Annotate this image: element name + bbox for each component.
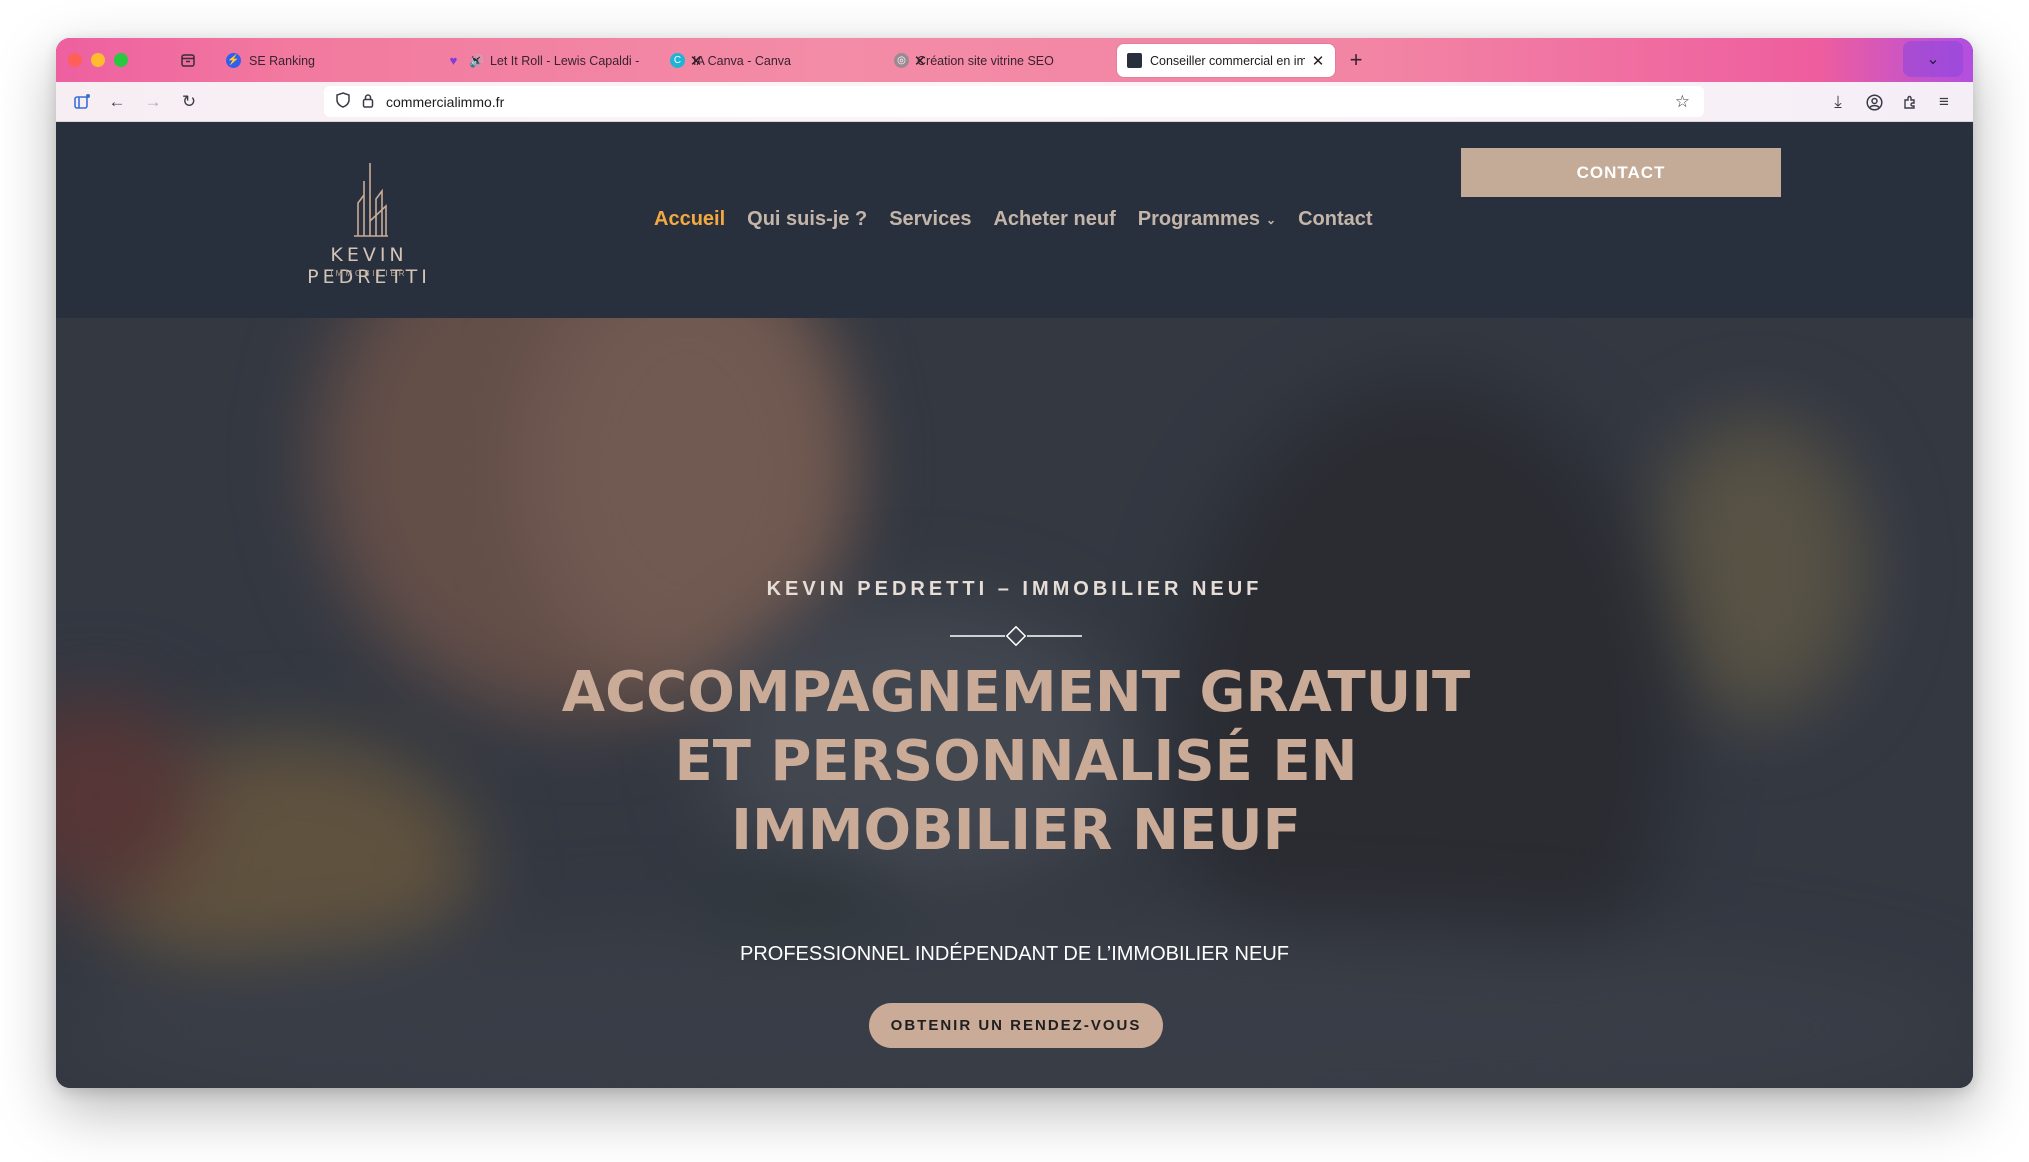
hero-section: KEVIN PEDRETTI – IMMOBILIER NEUF ACCOMPA…	[56, 318, 1973, 1088]
appointment-button[interactable]: OBTENIR UN RENDEZ-VOUS	[869, 1003, 1163, 1048]
back-icon[interactable]: ←	[105, 90, 129, 114]
building-logo-icon	[354, 163, 388, 237]
speaker-icon[interactable]: 🔊	[469, 54, 484, 68]
hero-title-line: IMMOBILIER NEUF	[731, 798, 1301, 863]
tab-label: SE Ranking	[249, 53, 316, 68]
canva-icon: C	[670, 53, 685, 68]
site-icon	[1127, 53, 1142, 68]
hero-title-line: ACCOMPAGNEMENT GRATUIT	[561, 660, 1471, 725]
tab-label: Conseiller commercial en immob	[1150, 53, 1305, 68]
main-menu: Accueil Qui suis-je ? Services Acheter n…	[654, 208, 1395, 231]
tab-overview-icon[interactable]	[176, 48, 200, 72]
hero-kicker: KEVIN PEDRETTI – IMMOBILIER NEUF	[766, 578, 1263, 600]
extensions-icon[interactable]	[1898, 90, 1922, 114]
new-tab-button[interactable]: +	[1343, 47, 1369, 73]
minimize-window-button[interactable]	[91, 53, 105, 67]
close-window-button[interactable]	[68, 53, 82, 67]
list-tabs-button[interactable]: ⌄	[1903, 41, 1963, 77]
tab-conseiller-commercial[interactable]: Conseiller commercial en immob ✕	[1117, 44, 1335, 77]
address-bar[interactable]: commercialimmo.fr ☆	[324, 86, 1704, 117]
menu-item-label: Programmes	[1137, 208, 1261, 230]
menu-item-services[interactable]: Services	[889, 208, 971, 231]
menu-icon[interactable]: ≡	[1932, 90, 1956, 114]
heart-icon: ♥	[449, 53, 458, 68]
close-tab-icon[interactable]: ✕	[1311, 52, 1325, 70]
tab-label: Création site vitrine SEO	[917, 53, 1054, 68]
account-icon[interactable]	[1862, 90, 1886, 114]
hero-subtitle: PROFESSIONNEL INDÉPENDANT DE L’IMMOBILIE…	[740, 943, 1289, 965]
menu-item-programmes[interactable]: Programmes ⌄	[1138, 208, 1276, 231]
se-ranking-icon: ⚡	[226, 53, 241, 68]
tab-label: IA Canva - Canva	[693, 53, 791, 68]
hero-title: ACCOMPAGNEMENT GRATUIT ET PERSONNALISÉ E…	[514, 658, 1518, 865]
site-logo[interactable]: KEVIN PEDRETTI IMMOBILIER	[264, 161, 474, 288]
contact-button[interactable]: CONTACT	[1461, 148, 1781, 197]
navigation-bar: ← → ↻ commercialimmo.fr ☆ ⤓ ≡	[56, 82, 1973, 122]
chevron-down-icon: ⌄	[1266, 212, 1277, 227]
globe-icon: ◎	[894, 53, 909, 68]
sidebar-icon[interactable]	[70, 90, 94, 114]
logo-name: KEVIN PEDRETTI	[307, 244, 431, 288]
menu-item-acheter-neuf[interactable]: Acheter neuf	[993, 208, 1115, 231]
reload-icon[interactable]: ↻	[177, 90, 201, 114]
bookmark-star-icon[interactable]: ☆	[1675, 92, 1690, 112]
diamond-divider	[950, 625, 1082, 647]
hero-title-line: ET PERSONNALISÉ EN	[674, 729, 1358, 794]
logo-subtitle: IMMOBILIER	[330, 269, 408, 278]
maximize-window-button[interactable]	[114, 53, 128, 67]
tab-bar: ⚡ SE Ranking ✕ ♥ 🔊 Let It Roll - Lewis C…	[56, 38, 1973, 82]
forward-icon[interactable]: →	[141, 90, 165, 114]
lock-icon[interactable]	[362, 93, 374, 111]
menu-item-qui-suis-je[interactable]: Qui suis-je ?	[747, 208, 867, 231]
tab-label: Let It Roll - Lewis Capaldi -	[489, 53, 640, 68]
site-header: KEVIN PEDRETTI IMMOBILIER Accueil Qui su…	[56, 123, 1973, 318]
menu-item-contact[interactable]: Contact	[1298, 208, 1372, 231]
menu-item-accueil[interactable]: Accueil	[654, 208, 725, 231]
url-text[interactable]: commercialimmo.fr	[386, 94, 504, 110]
downloads-icon[interactable]: ⤓	[1826, 90, 1850, 114]
shield-icon[interactable]	[336, 91, 350, 112]
browser-window: ⚡ SE Ranking ✕ ♥ 🔊 Let It Roll - Lewis C…	[56, 38, 1973, 1088]
